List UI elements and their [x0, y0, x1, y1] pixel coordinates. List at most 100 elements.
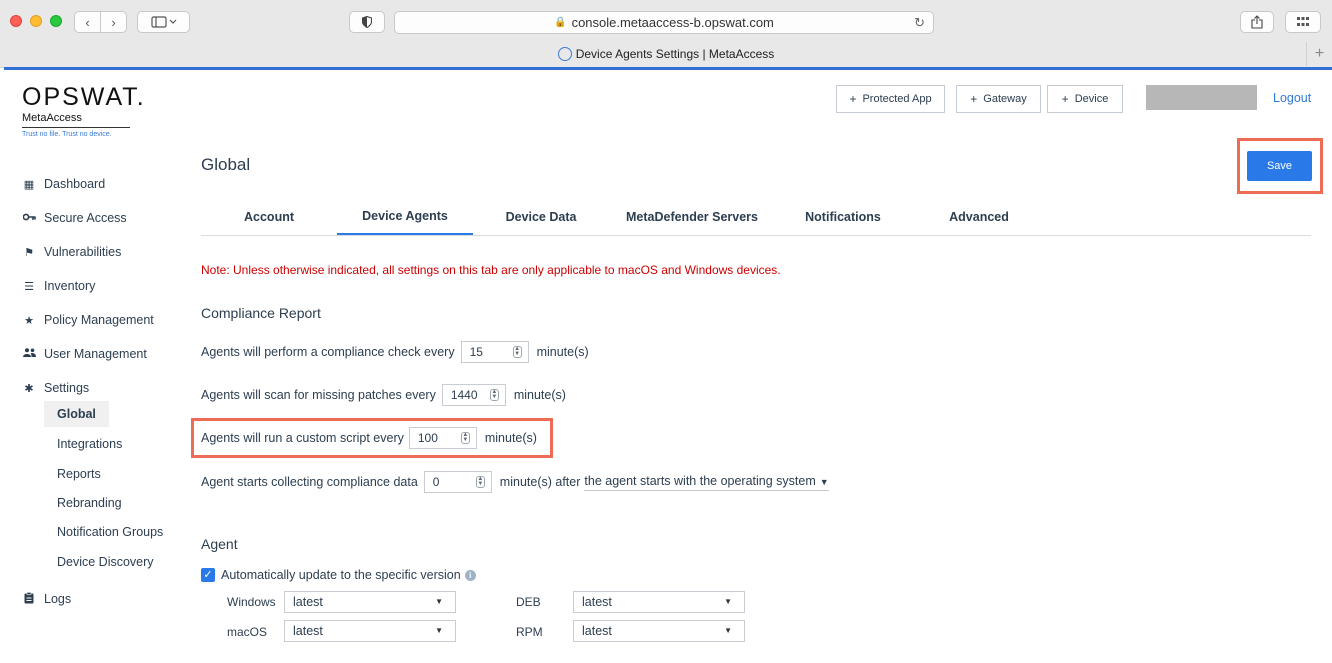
- flag-icon: ⚑: [24, 246, 34, 259]
- sidebar-item-user-management[interactable]: User Management: [22, 344, 147, 364]
- compliance-check-row: Agents will perform a compliance check e…: [201, 341, 589, 363]
- save-button[interactable]: Save: [1247, 151, 1312, 181]
- auto-update-row: ✓ Automatically update to the specific v…: [201, 566, 476, 584]
- select-value: latest: [293, 595, 323, 609]
- auto-update-checkbox[interactable]: ✓: [201, 568, 215, 582]
- sidebar-item-label: Policy Management: [44, 313, 154, 327]
- chevron-down-icon: ▼: [435, 626, 443, 635]
- add-device-button[interactable]: + Device: [1047, 85, 1123, 113]
- button-label: Device: [1074, 93, 1109, 105]
- collect-data-label: Agent starts collecting compliance data: [201, 475, 418, 489]
- missing-patches-input[interactable]: 1440 ▲ ▼: [441, 384, 506, 406]
- custom-script-input[interactable]: 100 ▲ ▼: [408, 427, 477, 449]
- sidebar-subitem-rebranding[interactable]: Rebranding: [44, 490, 135, 516]
- agent-heading: Agent: [201, 536, 238, 552]
- unit-label: minute(s): [484, 431, 537, 445]
- show-sidebar-button[interactable]: [137, 11, 190, 33]
- forward-button[interactable]: ›: [101, 15, 126, 30]
- grid-icon: ▦: [23, 178, 35, 191]
- tab-device-data[interactable]: Device Data: [473, 198, 609, 235]
- sidebar-item-label: Logs: [44, 592, 72, 606]
- unit-label: minute(s): [536, 345, 589, 359]
- collect-data-input[interactable]: 0 ▲ ▼: [423, 471, 492, 493]
- input-value: 0: [432, 475, 440, 489]
- button-label: Protected App: [862, 93, 932, 105]
- sidebar-item-label: Inventory: [44, 279, 96, 293]
- macos-version-select[interactable]: latest ▼: [284, 620, 456, 642]
- user-account-redacted[interactable]: [1146, 85, 1257, 110]
- sidebar-item-vulnerabilities[interactable]: ⚑ Vulnerabilities: [22, 242, 121, 262]
- stepper-icon[interactable]: ▲ ▼: [475, 476, 485, 488]
- sidebar-subitem-reports[interactable]: Reports: [44, 461, 114, 487]
- select-value: latest: [582, 595, 612, 609]
- opswat-logo[interactable]: OPSWAT. MetaAccess Trust no file. Trust …: [22, 84, 146, 138]
- rpm-label: RPM: [516, 625, 543, 639]
- address-bar[interactable]: 🔒 console.metaaccess-b.opswat.com ↻: [394, 11, 934, 34]
- custom-script-label: Agents will run a custom script every: [201, 431, 404, 445]
- new-tab-button[interactable]: +: [1306, 42, 1332, 66]
- input-value: 15: [469, 345, 483, 359]
- unit-label: minute(s) after: [499, 475, 581, 489]
- deb-version-select[interactable]: latest ▼: [573, 591, 745, 613]
- browser-tab[interactable]: Device Agents Settings | MetaAccess: [0, 42, 1332, 66]
- tab-overview-button[interactable]: [1285, 11, 1321, 33]
- add-gateway-button[interactable]: + Gateway: [956, 85, 1041, 113]
- platform-note: Note: Unless otherwise indicated, all se…: [201, 263, 781, 277]
- plus-icon: +: [849, 92, 857, 106]
- rpm-version-select[interactable]: latest ▼: [573, 620, 745, 642]
- stepper-icon[interactable]: ▲ ▼: [460, 432, 470, 444]
- minimize-window-button[interactable]: [30, 15, 42, 27]
- logout-link[interactable]: Logout: [1273, 91, 1311, 105]
- custom-script-row: Agents will run a custom script every 10…: [201, 427, 537, 449]
- windows-label: Windows: [227, 595, 276, 609]
- sidebar-item-policy-management[interactable]: ★ Policy Management: [22, 310, 154, 330]
- plus-icon: +: [970, 92, 978, 106]
- zoom-window-button[interactable]: [50, 15, 62, 27]
- tab-notifications[interactable]: Notifications: [775, 198, 911, 235]
- back-button[interactable]: ‹: [75, 15, 100, 30]
- tab-overview-icon: [1297, 17, 1309, 26]
- info-icon[interactable]: i: [464, 569, 476, 581]
- sidebar-subitem-device-discovery[interactable]: Device Discovery: [44, 549, 167, 575]
- compliance-check-input[interactable]: 15 ▲ ▼: [460, 341, 529, 363]
- sidebar-item-secure-access[interactable]: Secure Access: [22, 208, 127, 228]
- stepper-icon[interactable]: ▲ ▼: [512, 346, 522, 358]
- page-title: Global: [201, 155, 251, 174]
- stepper-icon[interactable]: ▲ ▼: [489, 389, 499, 401]
- sidebar-item-dashboard[interactable]: ▦ Dashboard: [22, 174, 105, 194]
- tab-advanced[interactable]: Advanced: [911, 198, 1047, 235]
- share-button[interactable]: [1240, 11, 1274, 33]
- plus-icon: +: [1061, 92, 1069, 106]
- select-value: latest: [293, 624, 323, 638]
- missing-patches-label: Agents will scan for missing patches eve…: [201, 388, 436, 402]
- sidebar-item-inventory[interactable]: ☰ Inventory: [22, 276, 95, 296]
- deb-label: DEB: [516, 595, 541, 609]
- privacy-report-button[interactable]: [349, 11, 385, 33]
- clipboard-icon: [22, 591, 36, 607]
- tab-metadefender-servers[interactable]: MetaDefender Servers: [609, 198, 775, 235]
- sidebar-subitem-notification-groups[interactable]: Notification Groups: [44, 519, 176, 545]
- star-icon: ★: [24, 314, 34, 327]
- add-protected-app-button[interactable]: + Protected App: [836, 85, 945, 113]
- windows-version-select[interactable]: latest ▼: [284, 591, 456, 613]
- input-value: 1440: [450, 388, 478, 402]
- reload-icon[interactable]: ↻: [914, 15, 925, 31]
- sidebar-subitem-integrations[interactable]: Integrations: [44, 431, 135, 457]
- browser-toolbar: ‹ › 🔒 console.metaaccess-b.opswat.com ↻: [0, 0, 1332, 42]
- tab-device-agents[interactable]: Device Agents: [337, 198, 473, 235]
- sidebar-item-logs[interactable]: Logs: [22, 589, 71, 609]
- key-icon: [22, 212, 36, 224]
- compliance-check-label: Agents will perform a compliance check e…: [201, 345, 455, 359]
- close-window-button[interactable]: [10, 15, 22, 27]
- chevron-down-icon: ▼: [724, 626, 732, 635]
- dropdown-value: the agent starts with the operating syst…: [584, 473, 816, 488]
- sidebar-item-label: Vulnerabilities: [44, 245, 122, 259]
- collect-trigger-dropdown[interactable]: the agent starts with the operating syst…: [584, 473, 829, 491]
- sidebar-subitem-global[interactable]: Global: [44, 401, 109, 427]
- input-value: 100: [417, 431, 438, 445]
- browser-chrome: ‹ › 🔒 console.metaaccess-b.opswat.com ↻ …: [0, 0, 1332, 68]
- url-text: console.metaaccess-b.opswat.com: [571, 15, 774, 30]
- tab-account[interactable]: Account: [201, 198, 337, 235]
- product-name: MetaAccess: [22, 112, 130, 128]
- sidebar-item-settings[interactable]: ✱ Settings: [22, 378, 89, 398]
